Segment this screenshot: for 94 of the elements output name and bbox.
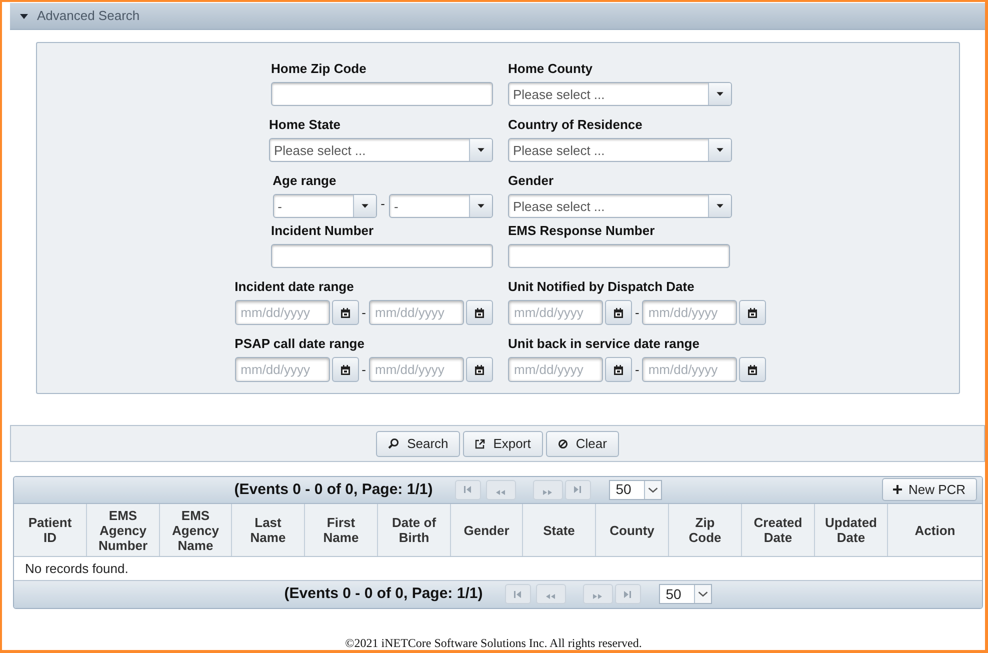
search-button[interactable]: Search [376, 430, 460, 457]
range-separator: - [362, 304, 366, 322]
field-label: Gender [508, 173, 555, 190]
input-field[interactable] [508, 244, 730, 268]
page-size-dropdown[interactable]: 50 [658, 584, 712, 604]
field-label: Unit back in service date range [508, 336, 700, 352]
column-header: County [596, 504, 669, 556]
empty-table-message: No records found. [25, 560, 128, 578]
clear-button[interactable]: Clear [546, 430, 619, 457]
caret-down-icon [708, 139, 731, 162]
field-label: Age range [272, 173, 338, 190]
field-label: Country of Residence [508, 117, 644, 134]
caret-down-icon [708, 83, 731, 106]
column-header: Patient ID [14, 504, 87, 556]
date-field[interactable]: mm/dd/yyyy [369, 357, 464, 382]
caret-down-icon [469, 195, 492, 218]
chevron-down-icon [694, 585, 711, 604]
circle-slash-icon [558, 438, 568, 449]
calendar-icon [748, 364, 758, 375]
calendar-icon [340, 308, 350, 318]
last-page-icon [574, 486, 582, 494]
column-header: Created Date [742, 504, 815, 556]
calendar-icon [475, 308, 484, 318]
range-separator: - [635, 361, 640, 380]
record-summary: (Events 0 - 0 of 0, Page: 1/1) [234, 480, 433, 500]
caret-down-icon [352, 195, 376, 218]
column-header: Action [914, 522, 956, 540]
dropdown[interactable]: - [389, 194, 493, 218]
first-page-icon [514, 590, 522, 598]
calendar-icon [748, 308, 758, 318]
date-field[interactable]: mm/dd/yyyy [642, 357, 738, 382]
field-label: PSAP call date range [234, 336, 366, 352]
search-icon [388, 438, 400, 450]
column-header: State [523, 504, 596, 556]
dropdown[interactable]: Please select ... [508, 138, 732, 162]
date-field[interactable]: mm/dd/yyyy [508, 300, 603, 326]
date-field[interactable]: mm/dd/yyyy [234, 357, 330, 382]
calendar-button[interactable] [739, 357, 766, 382]
dropdown[interactable]: Please select ... [508, 82, 732, 106]
date-field[interactable]: mm/dd/yyyy [234, 300, 330, 326]
copyright-text: ©2021 iNETCore Software Solutions Inc. All rights reserved. [345, 636, 642, 650]
field-label: Home Zip Code [271, 61, 368, 78]
column-header: Zip Code [669, 504, 742, 556]
export-button[interactable]: Export [463, 430, 543, 457]
calendar-button[interactable] [739, 300, 766, 326]
previous-page-icon [496, 488, 506, 496]
caret-down-icon [708, 195, 731, 218]
record-summary: (Events 0 - 0 of 0, Page: 1/1) [284, 584, 483, 604]
plus-icon [893, 485, 902, 494]
page-size-dropdown[interactable]: 50 [608, 480, 662, 500]
calendar-button[interactable] [332, 357, 359, 382]
chevron-down-icon [644, 480, 661, 499]
column-header: Gender [451, 504, 523, 556]
last-page-icon [624, 590, 632, 598]
column-header: Date of Birth [378, 504, 451, 556]
input-field[interactable] [271, 244, 493, 268]
first-page-icon [464, 486, 472, 494]
dropdown[interactable]: - [272, 194, 377, 218]
caret-down-icon [469, 139, 492, 162]
next-page-icon [543, 488, 552, 496]
calendar-button[interactable] [332, 300, 359, 326]
column-header: EMS Agency Number [87, 504, 160, 556]
calendar-icon [614, 308, 623, 318]
column-header: Last Name [232, 504, 305, 556]
date-field[interactable]: mm/dd/yyyy [508, 357, 603, 382]
calendar-button[interactable] [605, 300, 632, 326]
calendar-icon [340, 364, 350, 375]
calendar-button[interactable] [466, 357, 493, 382]
range-separator: - [635, 304, 640, 322]
calendar-icon [614, 364, 623, 375]
next-page-icon [593, 593, 602, 600]
column-header: First Name [305, 504, 378, 556]
calendar-button[interactable] [605, 357, 632, 382]
calendar-icon [475, 364, 484, 375]
field-label: EMS Response Number [508, 223, 656, 240]
calendar-button[interactable] [466, 300, 493, 326]
collapsible-header[interactable]: Advanced Search [10, 3, 985, 30]
field-label: Incident date range [234, 279, 355, 296]
date-field[interactable]: mm/dd/yyyy [369, 300, 464, 326]
column-header: Updated Date [815, 504, 888, 556]
column-header: EMS Agency Name [160, 504, 232, 556]
range-separator: - [362, 361, 366, 380]
dropdown[interactable]: Please select ... [508, 194, 732, 218]
field-label: Incident Number [271, 223, 375, 240]
range-separator: - [380, 194, 385, 213]
field-label: Home State [269, 117, 342, 134]
input-field[interactable] [271, 82, 493, 106]
field-label: Home County [508, 61, 594, 78]
new-pcr-button[interactable]: New PCR [882, 478, 977, 502]
date-field[interactable]: mm/dd/yyyy [642, 300, 738, 326]
dropdown[interactable]: Please select ... [269, 138, 493, 162]
field-label: Unit Notified by Dispatch Date [508, 279, 696, 296]
external-link-icon [475, 438, 486, 449]
previous-page-icon [546, 593, 556, 600]
